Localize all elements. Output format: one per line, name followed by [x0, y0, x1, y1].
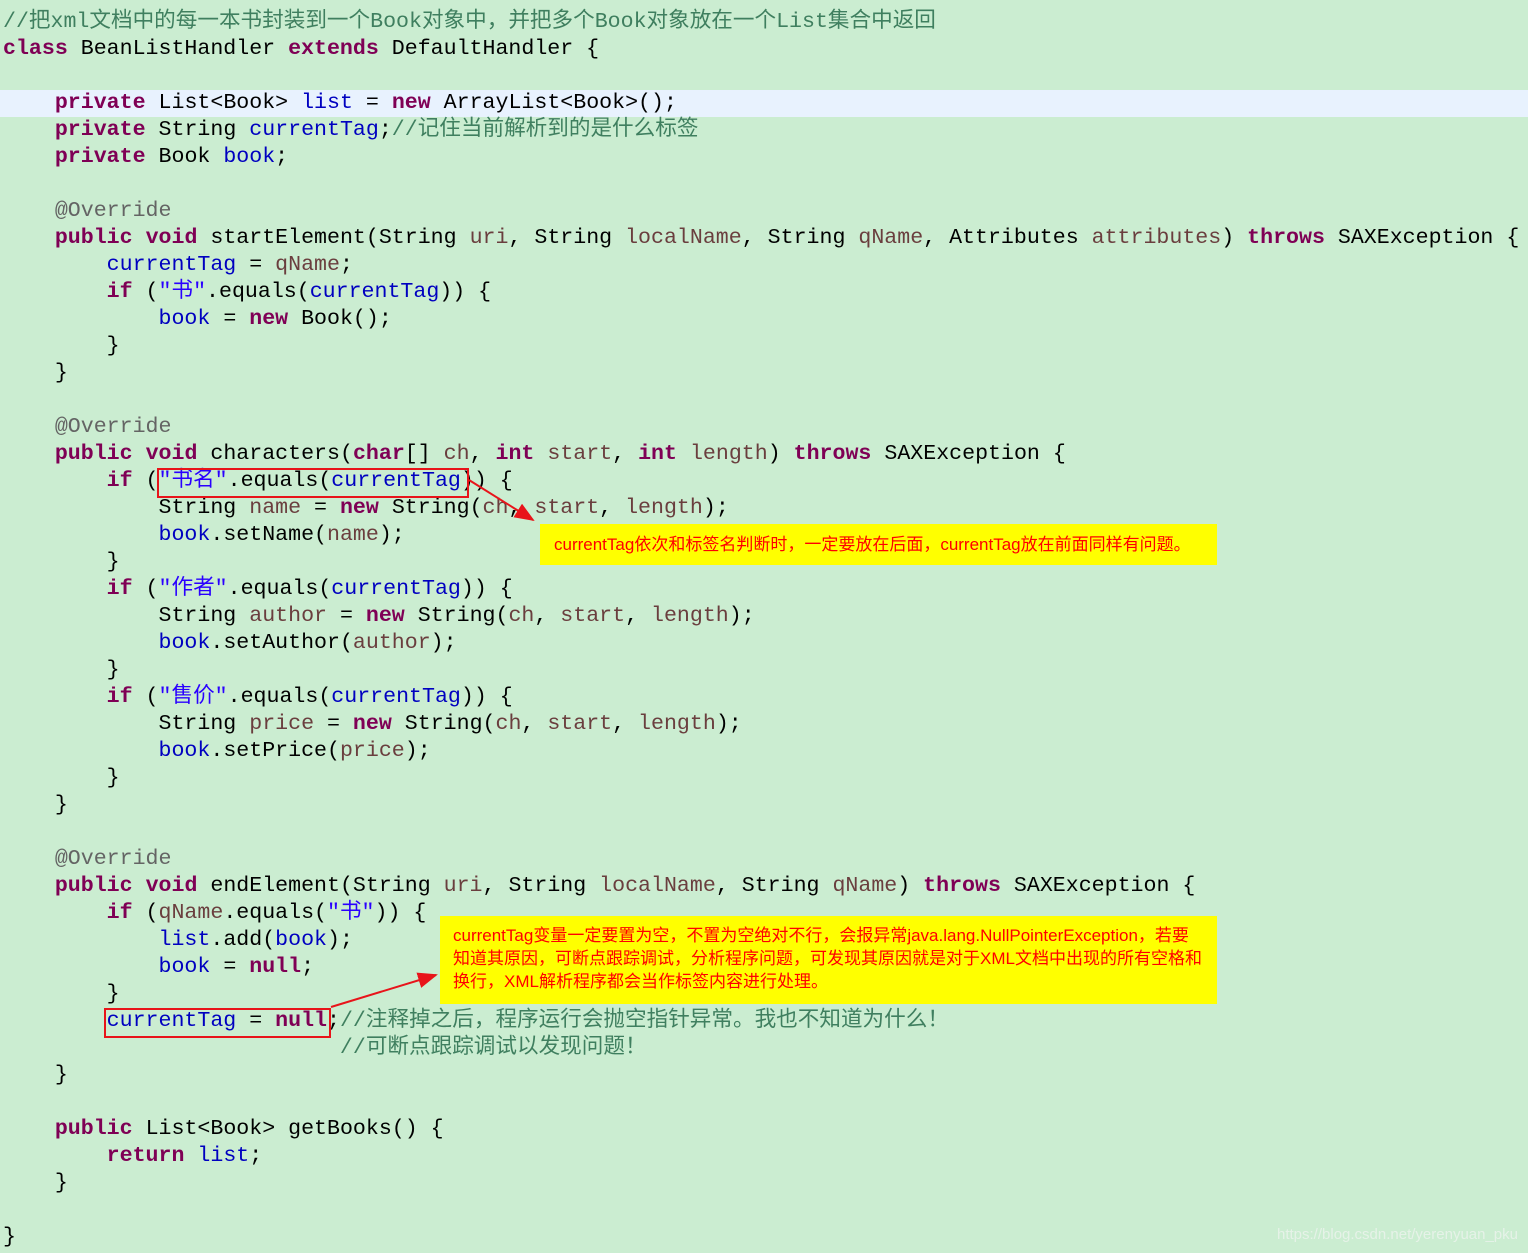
- annotation-note-2: currentTag变量一定要置为空，不置为空绝对不行，会报异常java.lan…: [440, 916, 1217, 1004]
- arrow-to-note1: [468, 479, 535, 522]
- arrow-to-note2: [330, 972, 438, 1008]
- annotation-arrows: [330, 479, 535, 1008]
- annotation-note-1: currentTag依次和标签名判断时，一定要放在后面，currentTag放在…: [540, 524, 1217, 565]
- watermark: https://blog.csdn.net/yerenyuan_pku: [1277, 1226, 1518, 1243]
